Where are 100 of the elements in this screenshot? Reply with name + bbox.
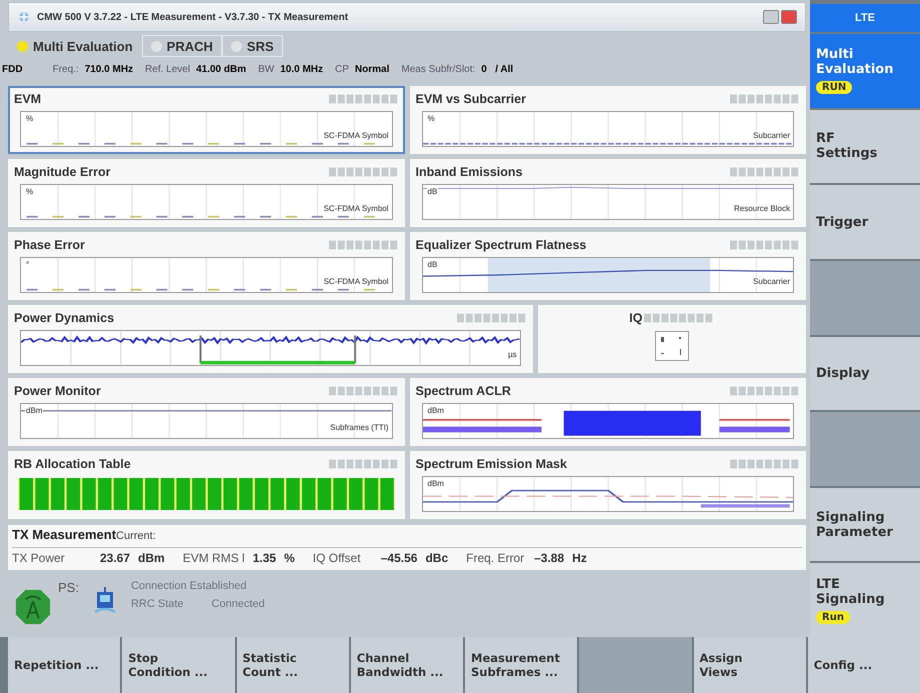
status-segments-icon xyxy=(328,240,398,250)
result-unit: dBc xyxy=(425,551,448,565)
result-label: IQ Offset xyxy=(312,551,362,565)
info-value: 41.00 dBm xyxy=(196,64,246,74)
info-label: Ref. Level xyxy=(145,64,190,74)
tab[interactable]: PRACH xyxy=(142,35,222,57)
connection-status: Connection Established xyxy=(130,580,248,592)
axis-label: Subcarrier xyxy=(753,277,790,286)
axis-label: SC-FDMA Symbol xyxy=(324,131,388,140)
info-label: Meas Subfr/Slot: xyxy=(401,64,476,74)
softkey[interactable]: Assign Views xyxy=(694,637,806,693)
softkey[interactable]: Repetition ... xyxy=(8,637,120,693)
status-segments-icon xyxy=(730,240,800,250)
tab[interactable]: SRS xyxy=(222,35,283,57)
result-unit: dBm xyxy=(138,551,165,565)
result-value: 1.35 xyxy=(252,551,276,565)
status-segments-icon xyxy=(730,386,800,396)
info-label: BW xyxy=(258,64,274,74)
diagram-panel[interactable]: IQ xyxy=(538,305,806,373)
diagram-panel[interactable]: RB Allocation Table xyxy=(8,451,404,519)
panel-title: Phase Error xyxy=(14,238,85,252)
side-softkey[interactable]: Trigger xyxy=(810,185,920,259)
result-value: 23.67 xyxy=(100,551,130,565)
softkey[interactable]: Statistic Count ... xyxy=(236,637,349,693)
ps-label: PS: xyxy=(58,580,79,595)
minimize-button[interactable] xyxy=(763,10,779,24)
diagram-panel[interactable]: Power Monitor dBm Subframes (TTI) xyxy=(8,378,404,446)
panel-title: Spectrum ACLR xyxy=(416,384,511,398)
diagram-panel[interactable]: EVM vs Subcarrier % Subcarrier xyxy=(410,86,806,154)
app-icon xyxy=(17,10,31,24)
softkey[interactable]: Channel Bandwidth ... xyxy=(350,637,463,693)
status-segments-icon xyxy=(730,94,800,104)
run-badge: RUN xyxy=(816,81,852,94)
axis-label: SC-FDMA Symbol xyxy=(324,277,388,286)
info-value: Normal xyxy=(354,64,390,74)
panel-title: EVM xyxy=(14,92,42,106)
info-value: 710.0 MHz xyxy=(84,64,134,74)
panel-title: Power Dynamics xyxy=(14,311,114,325)
result-label: Freq. Error xyxy=(466,551,526,565)
results-subtitle: Current: xyxy=(116,530,156,542)
status-segments-icon xyxy=(730,459,800,469)
axis-unit: dBm xyxy=(426,406,445,415)
side-softkey[interactable]: Signaling Parameter xyxy=(810,488,920,562)
status-segments-icon xyxy=(328,459,398,469)
result-value: –3.88 xyxy=(534,551,564,565)
diagram-panel[interactable]: Power Dynamics µs xyxy=(8,305,533,373)
axis-unit: dBm xyxy=(426,479,445,488)
axis-unit: dB xyxy=(426,187,438,196)
diagram-panel[interactable]: Spectrum Emission Mask dBm xyxy=(410,451,806,519)
side-softkey[interactable]: Display xyxy=(810,336,920,410)
panel-title: Magnitude Error xyxy=(14,165,111,179)
close-button[interactable] xyxy=(781,10,797,24)
info-label: CP xyxy=(335,64,349,74)
panel-title: Equalizer Spectrum Flatness xyxy=(416,238,586,252)
diagram-panel[interactable]: Phase Error ° SC-FDMA Symbol xyxy=(8,232,404,300)
computer-icon xyxy=(92,586,117,616)
info-label: Freq.: xyxy=(52,64,79,74)
axis-unit: dB xyxy=(426,260,438,269)
axis-unit: dBm xyxy=(25,406,44,415)
softkey[interactable]: Measurement Subframes ... xyxy=(465,637,578,693)
sidebar-header: LTE xyxy=(810,4,920,32)
side-softkey[interactable]: Multi Evaluation RUN xyxy=(810,34,920,108)
info-value: 10.0 MHz xyxy=(280,64,324,74)
axis-label: SC-FDMA Symbol xyxy=(324,204,388,213)
axis-unit: % xyxy=(426,114,436,123)
axis-label: Resource Block xyxy=(734,204,790,213)
diagram-panel[interactable]: Spectrum ACLR dBm xyxy=(410,378,806,446)
axis-label: Subcarrier xyxy=(753,131,790,140)
status-segments-icon xyxy=(328,386,398,396)
result-value: –45.56 xyxy=(380,551,418,565)
rrc-value: Connected xyxy=(212,598,265,610)
status-segments-icon xyxy=(456,313,527,323)
panel-title: EVM vs Subcarrier xyxy=(416,92,526,106)
side-softkey[interactable]: LTE Signaling Run xyxy=(810,563,920,637)
antenna-icon xyxy=(14,588,52,626)
diagram-panel[interactable]: Equalizer Spectrum Flatness dB Subcarrier xyxy=(410,232,806,300)
result-label: TX Power xyxy=(12,551,66,565)
panel-title: Inband Emissions xyxy=(416,165,522,179)
side-softkey[interactable]: RF Settings xyxy=(810,110,920,184)
iq-constellation-icon xyxy=(654,331,689,361)
softkey[interactable]: Stop Condition ... xyxy=(122,637,234,693)
axis-unit: % xyxy=(25,114,34,123)
run-badge: Run xyxy=(816,610,850,624)
panel-title: Power Monitor xyxy=(14,384,101,398)
panel-title: Spectrum Emission Mask xyxy=(416,457,567,471)
diagram-panel[interactable]: EVM % SC-FDMA Symbol xyxy=(8,86,404,154)
results-title: TX Measurement xyxy=(12,527,116,542)
diagram-panel[interactable]: Inband Emissions dB Resource Block xyxy=(410,159,806,227)
result-label: EVM RMS l xyxy=(182,551,245,565)
diagram-panel[interactable]: Magnitude Error % SC-FDMA Symbol xyxy=(8,159,404,227)
status-segments-icon xyxy=(644,313,714,323)
window-title: CMW 500 V 3.7.22 - LTE Measurement - V3.7.30 - TX Measurement xyxy=(37,12,350,22)
softkey[interactable]: Config ... xyxy=(808,637,920,693)
rrc-label: RRC State xyxy=(130,598,184,610)
status-segments-icon xyxy=(328,94,398,104)
axis-label: Subframes (TTI) xyxy=(330,423,388,432)
result-unit: Hz xyxy=(572,551,587,565)
info-value: 0 / All xyxy=(481,64,514,74)
axis-unit: % xyxy=(25,187,34,196)
result-unit: % xyxy=(284,551,295,565)
